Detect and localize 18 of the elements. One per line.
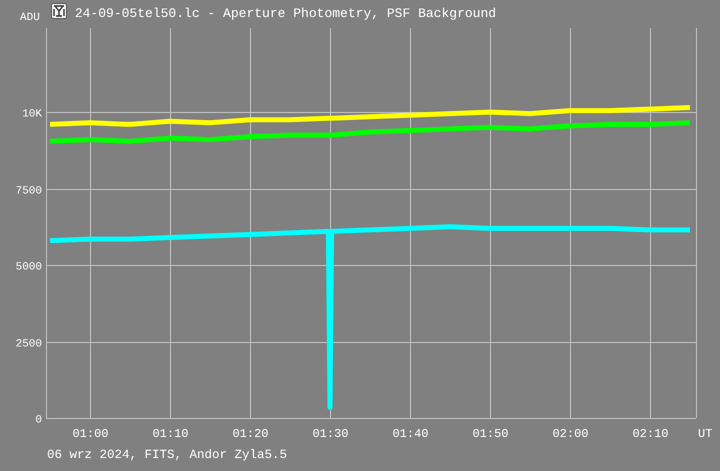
status-text: 06 wrz 2024, FITS, Andor Zyla5.5 (47, 448, 288, 462)
tick-label: 10K (22, 108, 42, 120)
tick-label: 01:10 (152, 427, 188, 441)
tick-label: 02:10 (632, 427, 668, 441)
tick-label: 0 (35, 414, 42, 426)
axis-label: ADU (20, 13, 40, 24)
window-title: 24-09-05tel50.lc - Aperture Photometry, PSF Background (74, 7, 496, 20)
tick-label: 2500 (16, 338, 42, 350)
tick-label: 01:30 (312, 427, 348, 441)
tick-label: 7500 (16, 186, 42, 198)
app-icon (50, 3, 67, 19)
tick-label: 01:40 (392, 427, 428, 441)
tick-label: 02:00 (552, 427, 588, 441)
tick-label: 01:00 (72, 427, 108, 441)
tick-label: 5000 (16, 262, 42, 274)
axis-label: UT (698, 427, 712, 441)
tick-label: 01:50 (472, 427, 508, 441)
tick-label: 01:20 (232, 427, 268, 441)
